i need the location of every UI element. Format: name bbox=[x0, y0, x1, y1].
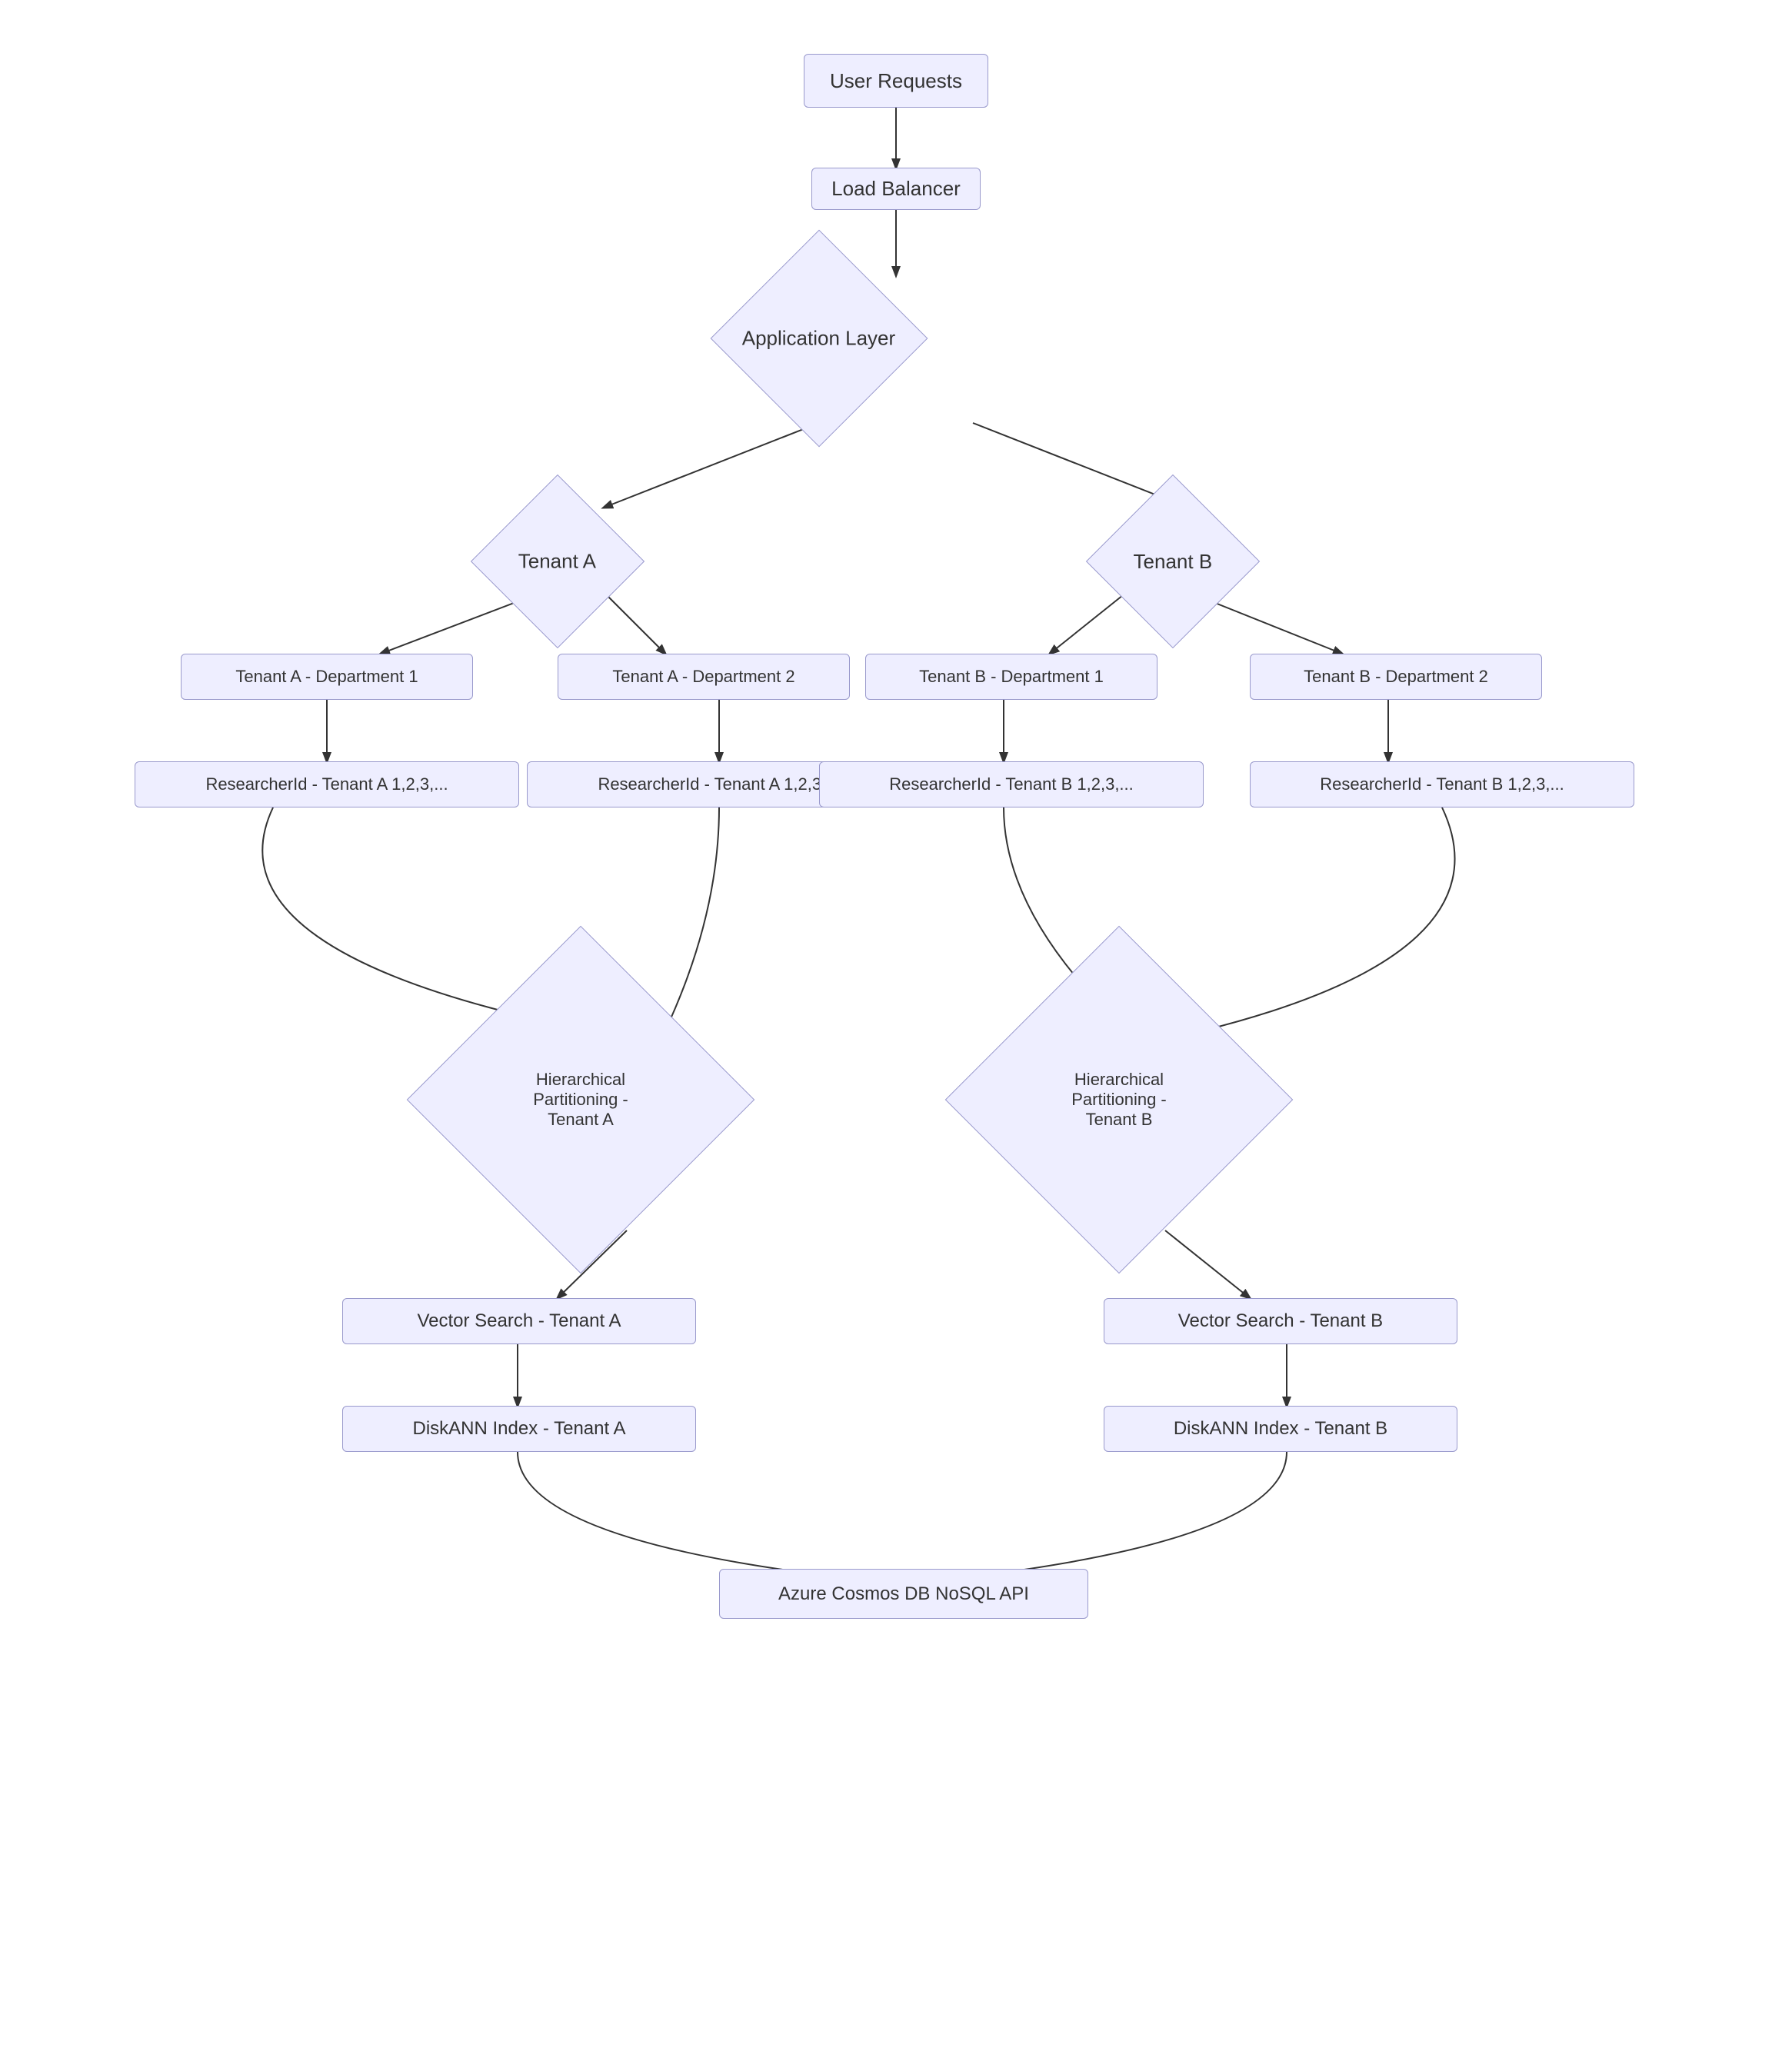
diskann-a-node: DiskANN Index - Tenant A bbox=[342, 1406, 696, 1452]
architecture-diagram: User Requests Load Balancer Application … bbox=[50, 31, 1742, 2030]
tenant-a-dept2-node: Tenant A - Department 2 bbox=[558, 654, 850, 700]
tenant-a-node: Tenant A bbox=[471, 474, 645, 648]
tenant-b-node: Tenant B bbox=[1086, 474, 1260, 648]
vector-search-b-node: Vector Search - Tenant B bbox=[1104, 1298, 1457, 1344]
tenant-a-dept1-node: Tenant A - Department 1 bbox=[181, 654, 473, 700]
hier-part-a-node: Hierarchical Partitioning - Tenant A bbox=[407, 926, 755, 1274]
tenant-b-dept1-node: Tenant B - Department 1 bbox=[865, 654, 1157, 700]
load-balancer-node: Load Balancer bbox=[811, 168, 981, 210]
vector-search-a-node: Vector Search - Tenant A bbox=[342, 1298, 696, 1344]
researcher-b2-node: ResearcherId - Tenant B 1,2,3,... bbox=[1250, 761, 1634, 807]
researcher-b1-node: ResearcherId - Tenant B 1,2,3,... bbox=[819, 761, 1204, 807]
user-requests-node: User Requests bbox=[804, 54, 988, 108]
hier-part-b-node: Hierarchical Partitioning - Tenant B bbox=[945, 926, 1294, 1274]
application-layer-node: Application Layer bbox=[711, 230, 928, 448]
azure-cosmos-node: Azure Cosmos DB NoSQL API bbox=[719, 1569, 1088, 1619]
tenant-b-dept2-node: Tenant B - Department 2 bbox=[1250, 654, 1542, 700]
diskann-b-node: DiskANN Index - Tenant B bbox=[1104, 1406, 1457, 1452]
researcher-a1-node: ResearcherId - Tenant A 1,2,3,... bbox=[135, 761, 519, 807]
